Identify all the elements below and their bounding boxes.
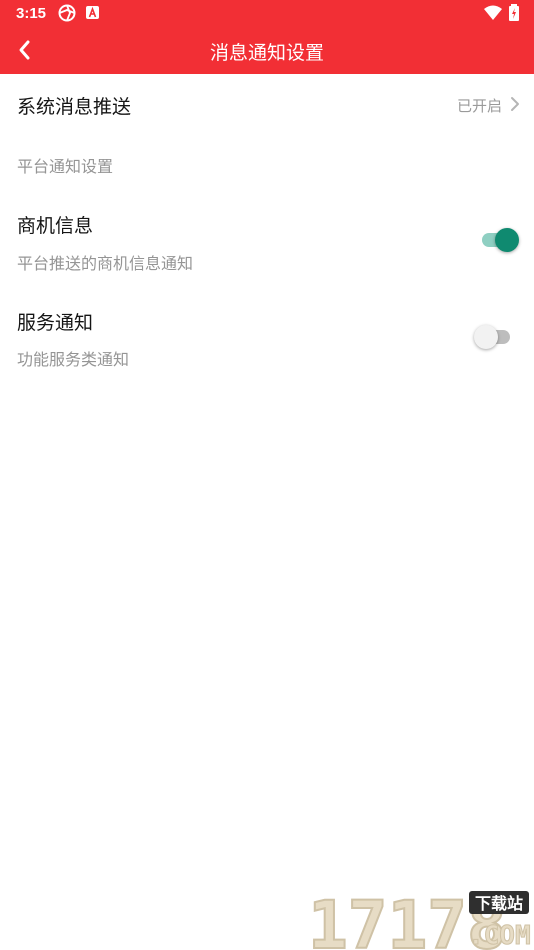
push-setting-row[interactable]: 系统消息推送 已开启 <box>0 76 534 136</box>
watermark-label: 下载站 <box>475 894 523 913</box>
chevron-right-icon <box>511 97 519 111</box>
service-notification-toggle[interactable] <box>474 323 514 351</box>
service-notification-subtitle: 功能服务类通知 <box>17 350 130 369</box>
notification-settings-screen: 3:15 消息通知设置 系统消息推送 已开启 平台通知设置 商机信息 平台推送的… <box>0 0 534 950</box>
business-info-row: 商机信息 平台推送的商机信息通知 <box>0 198 534 282</box>
page-title: 消息通知设置 <box>209 42 324 64</box>
status-time: 3:15 <box>16 5 47 22</box>
battery-icon <box>509 4 519 21</box>
push-status-text: 已开启 <box>456 97 502 115</box>
toggle-thumb <box>495 228 519 252</box>
business-info-title: 商机信息 <box>17 215 94 237</box>
app-notification-icon <box>86 6 99 19</box>
watermark-suffix: .COM <box>468 921 531 950</box>
app-bar: 3:15 消息通知设置 <box>0 0 534 74</box>
aperture-icon <box>58 4 76 22</box>
site-watermark-logo: 17178 下载站 .COM <box>307 888 531 950</box>
toggle-thumb <box>474 325 498 349</box>
service-notification-title: 服务通知 <box>17 312 94 334</box>
push-setting-title: 系统消息推送 <box>17 96 132 118</box>
section-header: 平台通知设置 <box>17 157 114 176</box>
business-info-subtitle: 平台推送的商机信息通知 <box>17 254 194 273</box>
business-info-toggle[interactable] <box>480 226 520 254</box>
service-notification-row: 服务通知 功能服务类通知 <box>0 296 534 380</box>
wifi-icon <box>484 5 502 20</box>
